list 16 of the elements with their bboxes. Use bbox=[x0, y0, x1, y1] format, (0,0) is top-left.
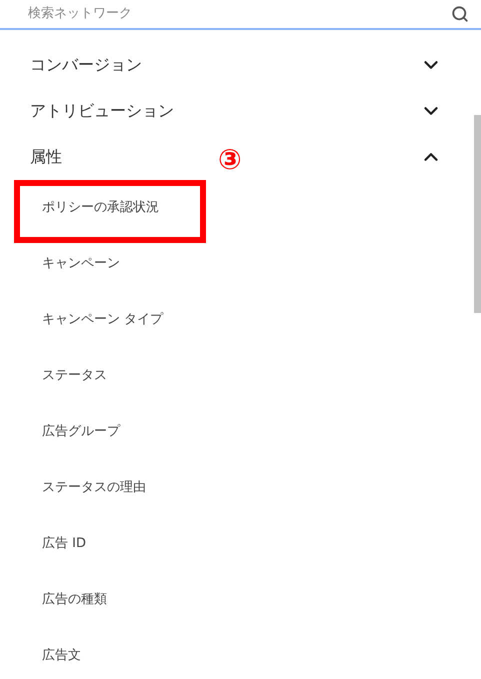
list-item[interactable]: 広告の種類 bbox=[42, 590, 107, 610]
list-item[interactable]: キャンペーン bbox=[42, 254, 120, 274]
list-item[interactable]: 広告文 bbox=[42, 646, 81, 666]
list-item[interactable]: 広告 ID bbox=[42, 534, 86, 554]
section-header[interactable]: 属性 bbox=[30, 145, 62, 169]
section-header[interactable]: コンバージョン bbox=[30, 53, 142, 77]
list-item[interactable]: ステータスの理由 bbox=[42, 478, 146, 498]
search-field[interactable]: 検索ネットワーク bbox=[28, 4, 451, 24]
list-item[interactable]: ポリシーの承認状況 bbox=[42, 198, 159, 218]
section-header[interactable]: アトリビューション bbox=[30, 99, 174, 123]
list-item[interactable]: 広告グループ bbox=[42, 422, 120, 442]
list-item[interactable]: キャンペーン タイプ bbox=[42, 310, 164, 330]
annotation-number: ③ bbox=[218, 146, 242, 174]
scrollbar-thumb[interactable] bbox=[474, 115, 481, 313]
list-item[interactable]: ステータス bbox=[42, 366, 107, 386]
search-icon[interactable] bbox=[451, 5, 469, 23]
